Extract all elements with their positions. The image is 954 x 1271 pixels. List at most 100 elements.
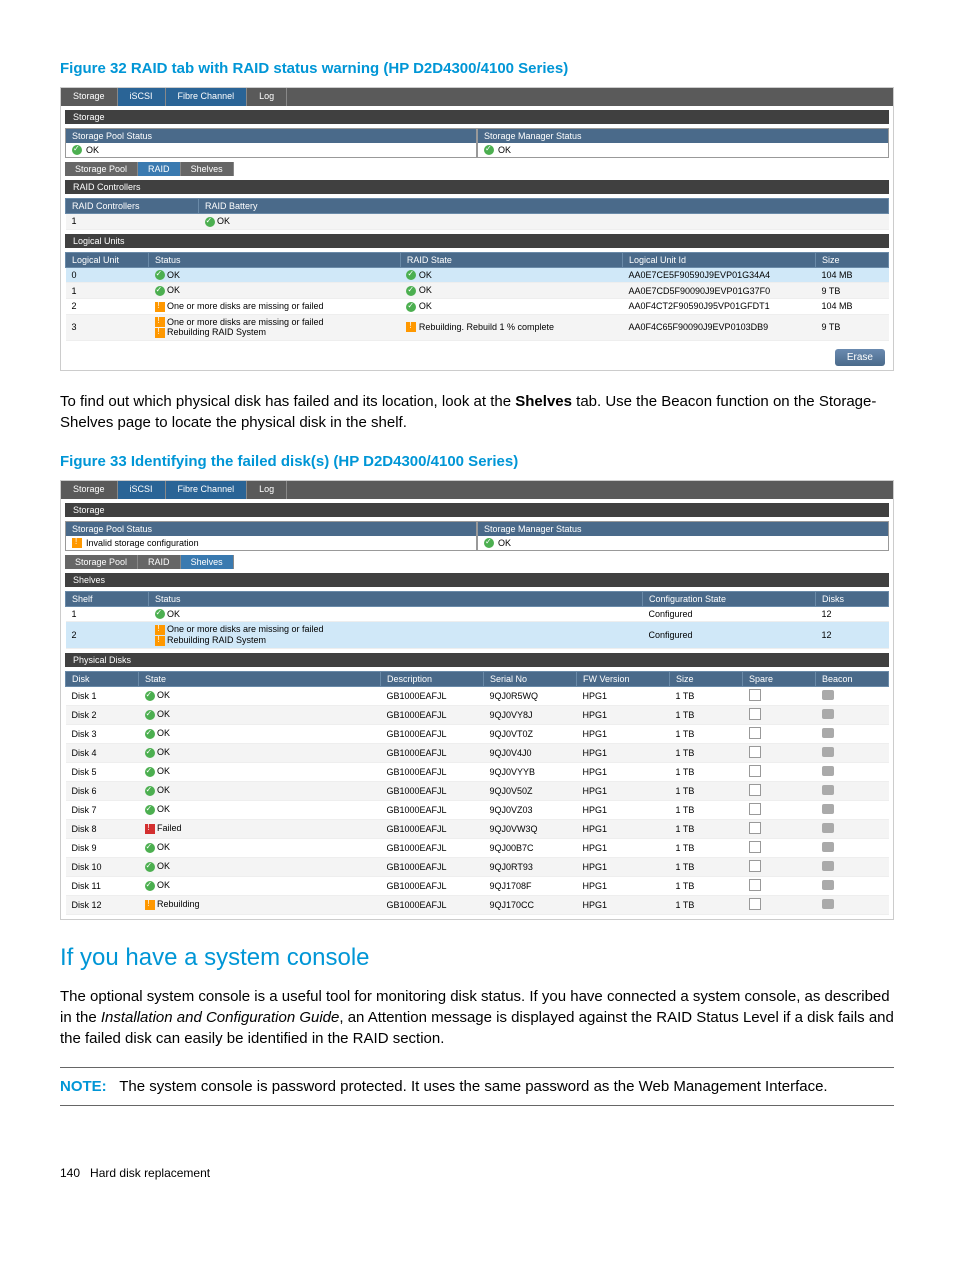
table-row[interactable]: Disk 8 FailedGB1000EAFJL9QJ0VW3QHPG11 TB bbox=[66, 819, 889, 838]
col-state: State bbox=[139, 671, 381, 686]
ok-icon bbox=[145, 691, 155, 701]
col-raid-battery: RAID Battery bbox=[199, 199, 889, 214]
figure-32-screenshot: Storage iSCSI Fibre Channel Log Storage … bbox=[60, 87, 894, 371]
pool-status-panel: Storage Pool Status Invalid storage conf… bbox=[65, 521, 477, 551]
ok-icon bbox=[145, 729, 155, 739]
table-row[interactable]: 2 One or more disks are missing or faile… bbox=[66, 298, 889, 314]
beacon-icon[interactable] bbox=[822, 785, 834, 795]
ok-icon bbox=[155, 286, 165, 296]
tab-storage[interactable]: Storage bbox=[61, 481, 118, 499]
spare-checkbox[interactable] bbox=[749, 784, 761, 796]
col-raid-state: RAID State bbox=[400, 252, 622, 267]
col-size: Size bbox=[670, 671, 743, 686]
note-box: NOTE: The system console is password pro… bbox=[60, 1067, 894, 1106]
table-row[interactable]: Disk 1 OKGB1000EAFJL9QJ0R5WQHPG11 TB bbox=[66, 686, 889, 705]
tab-fibre[interactable]: Fibre Channel bbox=[166, 481, 248, 499]
table-row[interactable]: Disk 2 OKGB1000EAFJL9QJ0VY8JHPG11 TB bbox=[66, 705, 889, 724]
col-status: Status bbox=[149, 591, 643, 606]
spare-checkbox[interactable] bbox=[749, 708, 761, 720]
raid-battery-value: OK bbox=[217, 216, 230, 226]
spare-checkbox[interactable] bbox=[749, 727, 761, 739]
beacon-icon[interactable] bbox=[822, 709, 834, 719]
beacon-icon[interactable] bbox=[822, 804, 834, 814]
table-row[interactable]: 1 OKConfigured12 bbox=[66, 606, 889, 622]
beacon-icon[interactable] bbox=[822, 842, 834, 852]
col-raid-controllers: RAID Controllers bbox=[66, 199, 199, 214]
pool-status-header: Storage Pool Status bbox=[66, 522, 476, 536]
storage-section-bar: Storage bbox=[65, 110, 889, 124]
fail-icon bbox=[145, 824, 155, 834]
tab-fibre[interactable]: Fibre Channel bbox=[166, 88, 248, 106]
table-row[interactable]: Disk 7 OKGB1000EAFJL9QJ0VZ03HPG11 TB bbox=[66, 800, 889, 819]
beacon-icon[interactable] bbox=[822, 899, 834, 909]
erase-button[interactable]: Erase bbox=[835, 349, 885, 366]
table-row[interactable]: Disk 3 OKGB1000EAFJL9QJ0VT0ZHPG11 TB bbox=[66, 724, 889, 743]
subtab-storage-pool[interactable]: Storage Pool bbox=[65, 555, 138, 569]
warn-icon bbox=[72, 538, 82, 548]
beacon-icon[interactable] bbox=[822, 766, 834, 776]
table-row[interactable]: Disk 6 OKGB1000EAFJL9QJ0V50ZHPG11 TB bbox=[66, 781, 889, 800]
physical-disks-table: Disk State Description Serial No FW Vers… bbox=[65, 671, 889, 915]
beacon-icon[interactable] bbox=[822, 880, 834, 890]
subtab-storage-pool[interactable]: Storage Pool bbox=[65, 162, 138, 176]
section-heading: If you have a system console bbox=[60, 944, 894, 972]
col-logical-unit-id: Logical Unit Id bbox=[623, 252, 816, 267]
spare-checkbox[interactable] bbox=[749, 803, 761, 815]
ok-icon bbox=[145, 805, 155, 815]
ok-icon bbox=[145, 786, 155, 796]
beacon-icon[interactable] bbox=[822, 823, 834, 833]
table-row[interactable]: 3 One or more disks are missing or faile… bbox=[66, 314, 889, 340]
ok-icon bbox=[145, 767, 155, 777]
spare-checkbox[interactable] bbox=[749, 746, 761, 758]
warn-icon bbox=[406, 322, 416, 332]
table-row[interactable]: 1 OK OKAA0E7CD5F90090J9EVP01G37F09 TB bbox=[66, 283, 889, 299]
subtab-shelves[interactable]: Shelves bbox=[181, 555, 234, 569]
tab-iscsi[interactable]: iSCSI bbox=[118, 481, 166, 499]
tab-log[interactable]: Log bbox=[247, 481, 287, 499]
figure-33-title: Figure 33 Identifying the failed disk(s)… bbox=[60, 453, 894, 470]
pool-status-value: Invalid storage configuration bbox=[86, 538, 199, 548]
ok-icon bbox=[145, 862, 155, 872]
beacon-icon[interactable] bbox=[822, 861, 834, 871]
page-section: Hard disk replacement bbox=[90, 1166, 210, 1180]
spare-checkbox[interactable] bbox=[749, 841, 761, 853]
table-row[interactable]: Disk 11 OKGB1000EAFJL9QJ1708FHPG11 TB bbox=[66, 876, 889, 895]
subtab-shelves[interactable]: Shelves bbox=[181, 162, 234, 176]
manager-status-header: Storage Manager Status bbox=[478, 522, 888, 536]
note-label: NOTE: bbox=[60, 1078, 107, 1095]
pool-status-header: Storage Pool Status bbox=[66, 129, 476, 143]
table-row[interactable]: Disk 10 OKGB1000EAFJL9QJ0RT93HPG11 TB bbox=[66, 857, 889, 876]
top-tabs: Storage iSCSI Fibre Channel Log bbox=[61, 88, 893, 106]
spare-checkbox[interactable] bbox=[749, 879, 761, 891]
body-paragraph-1: To find out which physical disk has fail… bbox=[60, 391, 894, 433]
table-row[interactable]: 0 OK OKAA0E7CE5F90590J9EVP01G34A4104 MB bbox=[66, 267, 889, 283]
shelves-table: Shelf Status Configuration State Disks 1… bbox=[65, 591, 889, 649]
table-row[interactable]: Disk 4 OKGB1000EAFJL9QJ0V4J0HPG11 TB bbox=[66, 743, 889, 762]
tab-storage[interactable]: Storage bbox=[61, 88, 118, 106]
col-spare: Spare bbox=[743, 671, 816, 686]
physical-disks-bar: Physical Disks bbox=[65, 653, 889, 667]
raid-controller-id: 1 bbox=[66, 214, 199, 230]
table-row[interactable]: 2 One or more disks are missing or faile… bbox=[66, 622, 889, 648]
col-disks: Disks bbox=[816, 591, 889, 606]
spare-checkbox[interactable] bbox=[749, 898, 761, 910]
spare-checkbox[interactable] bbox=[749, 689, 761, 701]
beacon-icon[interactable] bbox=[822, 728, 834, 738]
table-row[interactable]: Disk 5 OKGB1000EAFJL9QJ0VYYBHPG11 TB bbox=[66, 762, 889, 781]
beacon-icon[interactable] bbox=[822, 747, 834, 757]
figure-33-screenshot: Storage iSCSI Fibre Channel Log Storage … bbox=[60, 480, 894, 920]
tab-iscsi[interactable]: iSCSI bbox=[118, 88, 166, 106]
spare-checkbox[interactable] bbox=[749, 822, 761, 834]
table-row[interactable]: Disk 12 RebuildingGB1000EAFJL9QJ170CCHPG… bbox=[66, 895, 889, 914]
subtab-raid[interactable]: RAID bbox=[138, 555, 181, 569]
tab-log[interactable]: Log bbox=[247, 88, 287, 106]
raid-controllers-bar: RAID Controllers bbox=[65, 180, 889, 194]
table-row[interactable]: Disk 9 OKGB1000EAFJL9QJ00B7CHPG11 TB bbox=[66, 838, 889, 857]
subtab-raid[interactable]: RAID bbox=[138, 162, 181, 176]
beacon-icon[interactable] bbox=[822, 690, 834, 700]
spare-checkbox[interactable] bbox=[749, 860, 761, 872]
warn-icon bbox=[155, 302, 165, 312]
ok-icon bbox=[406, 302, 416, 312]
logical-units-table: Logical Unit Status RAID State Logical U… bbox=[65, 252, 889, 341]
spare-checkbox[interactable] bbox=[749, 765, 761, 777]
